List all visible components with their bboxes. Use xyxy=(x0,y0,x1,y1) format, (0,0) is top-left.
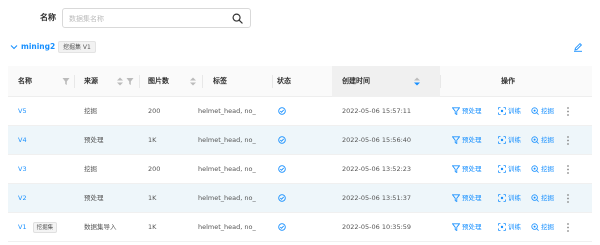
group-name[interactable]: mining2 xyxy=(21,42,55,51)
created-time-cell: 2022-05-06 15:56:40 xyxy=(342,136,412,144)
search-icon[interactable] xyxy=(232,13,243,24)
column-divider xyxy=(272,75,273,88)
image-count-cell: 200 xyxy=(148,107,161,115)
funnel-icon xyxy=(452,194,460,202)
sort-icon[interactable] xyxy=(189,77,197,86)
table-body: V5 挖掘 200 helmet_head, no_ 2022-05-06 15… xyxy=(8,97,592,242)
sort-icon[interactable] xyxy=(413,77,421,86)
col-status: 状态 xyxy=(277,77,291,85)
funnel-icon xyxy=(452,165,460,173)
tags-cell: helmet_head, no_ xyxy=(198,107,256,115)
funnel-icon xyxy=(452,107,460,115)
table-header: 名称 来源 图片数 标签 状态 创建时间 操作 xyxy=(8,66,592,97)
source-cell: 挖掘 xyxy=(84,107,97,115)
train-icon xyxy=(498,165,506,173)
row-actions: 预处理 训练 挖掘 xyxy=(452,126,592,155)
train-icon xyxy=(498,223,506,231)
version-name[interactable]: V5 xyxy=(18,97,27,126)
check-circle-icon xyxy=(278,165,286,173)
search-box[interactable] xyxy=(62,8,251,28)
source-cell: 数据集导入 xyxy=(84,223,117,231)
version-tag: 挖掘集 xyxy=(32,221,58,233)
more-icon[interactable] xyxy=(565,164,571,175)
col-actions: 操作 xyxy=(501,77,515,85)
created-time-cell: 2022-05-06 13:51:37 xyxy=(342,194,412,202)
tags-cell: helmet_head, no_ xyxy=(198,223,256,231)
more-icon[interactable] xyxy=(565,106,571,117)
filter-icon[interactable] xyxy=(62,77,70,86)
source-cell: 挖掘 xyxy=(84,165,97,173)
source-cell: 预处理 xyxy=(84,194,104,202)
more-icon[interactable] xyxy=(565,193,571,204)
row-actions: 预处理 训练 挖掘 xyxy=(452,97,592,126)
source-cell: 预处理 xyxy=(84,136,104,144)
sort-icon[interactable] xyxy=(116,77,124,86)
created-time-cell: 2022-05-06 10:35:59 xyxy=(342,223,412,231)
train-icon xyxy=(498,107,506,115)
col-source: 来源 xyxy=(84,77,98,85)
row-actions: 预处理 训练 挖掘 xyxy=(452,213,592,242)
column-divider xyxy=(440,75,441,88)
version-name[interactable]: V2 xyxy=(18,184,27,213)
edit-icon[interactable] xyxy=(573,42,583,52)
version-name[interactable]: V4 xyxy=(18,126,27,155)
train-icon xyxy=(498,136,506,144)
search-label: 名称 xyxy=(40,13,56,22)
mine-icon xyxy=(531,165,539,173)
column-divider xyxy=(74,75,75,88)
created-time-cell: 2022-05-06 15:57:11 xyxy=(342,107,412,115)
column-divider xyxy=(139,75,140,88)
tags-cell: helmet_head, no_ xyxy=(198,136,256,144)
dataset-group-header: mining2 挖掘集 V1 xyxy=(0,40,600,56)
check-circle-icon xyxy=(278,136,286,144)
mine-icon xyxy=(531,194,539,202)
chevron-down-icon[interactable] xyxy=(10,43,18,51)
col-created-time[interactable]: 创建时间 xyxy=(342,66,370,97)
col-tags: 标签 xyxy=(213,77,227,85)
version-name[interactable]: V1 挖掘集 xyxy=(18,213,58,242)
more-icon[interactable] xyxy=(565,135,571,146)
dataset-page: 名称 mining2 挖掘集 V1 名称 来源 xyxy=(0,0,600,245)
image-count-cell: 1K xyxy=(148,194,157,202)
group-tag: 挖掘集 V1 xyxy=(58,41,96,53)
column-divider xyxy=(202,75,203,88)
table-row: V5 挖掘 200 helmet_head, no_ 2022-05-06 15… xyxy=(8,97,592,126)
funnel-icon xyxy=(452,136,460,144)
image-count-cell: 1K xyxy=(148,136,157,144)
search-row: 名称 xyxy=(0,8,600,30)
col-image-count: 图片数 xyxy=(148,77,169,85)
image-count-cell: 1K xyxy=(148,223,157,231)
check-circle-icon xyxy=(278,107,286,115)
mine-icon xyxy=(531,223,539,231)
table-row: V2 预处理 1K helmet_head, no_ 2022-05-06 13… xyxy=(8,184,592,213)
mine-icon xyxy=(531,107,539,115)
check-circle-icon xyxy=(278,194,286,202)
row-actions: 预处理 训练 挖掘 xyxy=(452,184,592,213)
table-row: V4 预处理 1K helmet_head, no_ 2022-05-06 15… xyxy=(8,126,592,155)
mine-icon xyxy=(531,136,539,144)
funnel-icon xyxy=(452,223,460,231)
row-actions: 预处理 训练 挖掘 xyxy=(452,155,592,184)
dataset-table: 名称 来源 图片数 标签 状态 创建时间 操作 V5 挖掘 200 helmet… xyxy=(8,66,592,242)
table-row: V1 挖掘集 数据集导入 1K helmet_head, no_ 2022-05-… xyxy=(8,213,592,242)
col-name: 名称 xyxy=(18,77,32,85)
filter-icon[interactable] xyxy=(126,77,134,86)
tags-cell: helmet_head, no_ xyxy=(198,194,256,202)
search-input[interactable] xyxy=(69,12,219,25)
created-time-cell: 2022-05-06 13:52:23 xyxy=(342,165,412,173)
tags-cell: helmet_head, no_ xyxy=(198,165,256,173)
train-icon xyxy=(498,194,506,202)
more-icon[interactable] xyxy=(565,222,571,233)
check-circle-icon xyxy=(278,223,286,231)
version-name[interactable]: V3 xyxy=(18,155,27,184)
image-count-cell: 200 xyxy=(148,165,161,173)
table-row: V3 挖掘 200 helmet_head, no_ 2022-05-06 13… xyxy=(8,155,592,184)
